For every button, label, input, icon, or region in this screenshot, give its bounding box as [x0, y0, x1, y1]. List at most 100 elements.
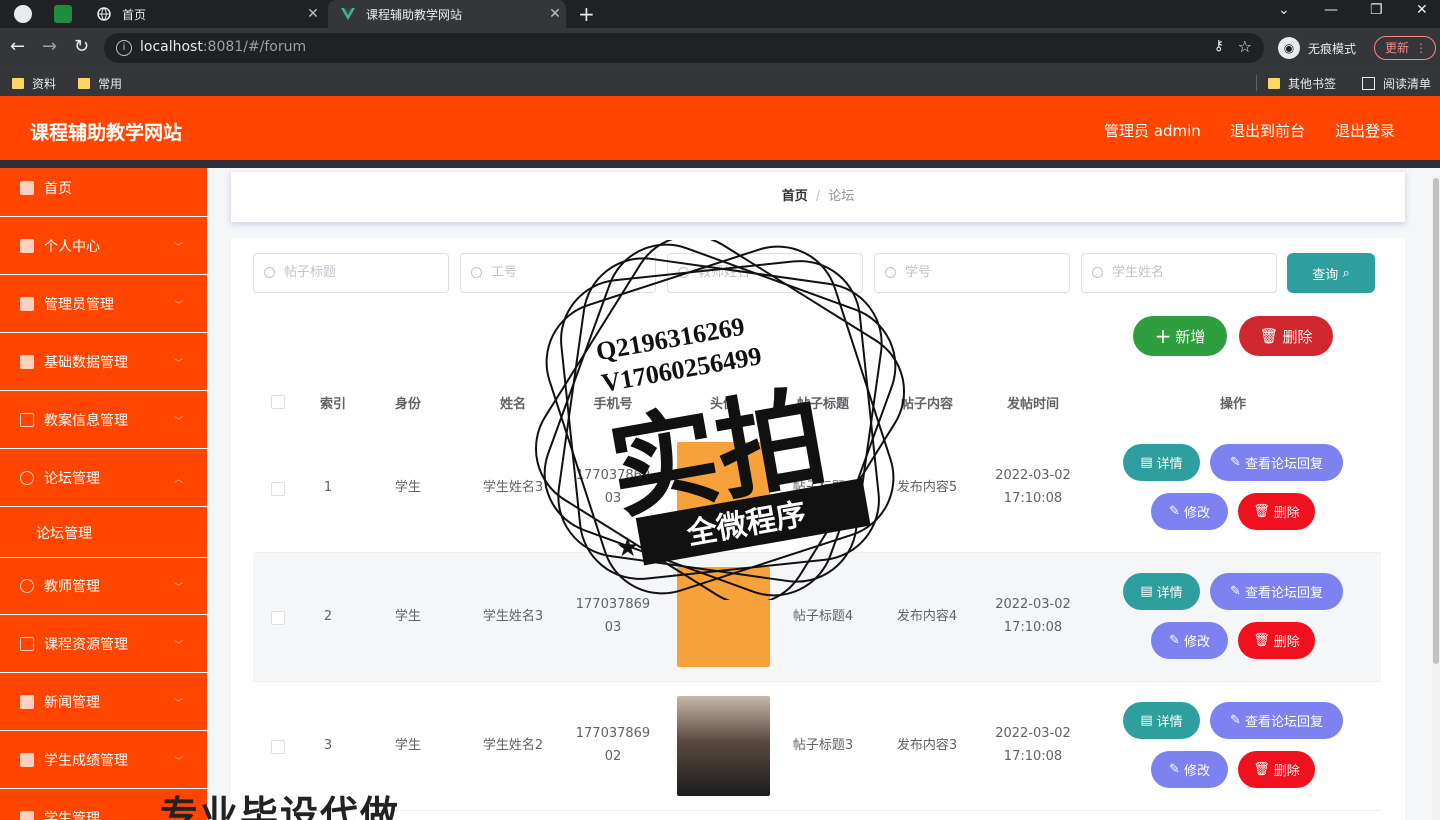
incognito-icon: ◉: [1278, 37, 1300, 59]
tab-home[interactable]: 首页 ✕: [84, 0, 324, 28]
cell-phone: 177037869 03: [575, 468, 651, 506]
home-icon: [20, 181, 34, 195]
folder-icon: [1268, 78, 1280, 89]
sidebar-item-teachers[interactable]: 教师管理 ﹀: [0, 558, 207, 615]
minimize-icon[interactable]: —: [1324, 2, 1338, 18]
avatar: [677, 696, 770, 796]
avatar: [677, 442, 770, 542]
cell-role: 学生: [394, 480, 421, 495]
sheets-icon[interactable]: [54, 5, 72, 23]
url-text: localhost:8081/#/forum: [140, 39, 307, 55]
sidebar-item-news[interactable]: 新闻管理 ﹀: [0, 674, 207, 731]
edit-icon: ✎: [1230, 584, 1241, 599]
scrollbar-thumb[interactable]: [1433, 178, 1439, 664]
back-icon[interactable]: ←: [10, 37, 25, 57]
breadcrumb-home[interactable]: 首页: [782, 189, 808, 204]
delete-button[interactable]: 🗑 删除: [1238, 622, 1315, 659]
close-tab-icon[interactable]: ✕: [302, 6, 324, 22]
post-title-search-input[interactable]: 帖子标题: [253, 253, 449, 293]
site-info-icon[interactable]: i: [116, 40, 132, 56]
chevron-down-icon: ﹀: [173, 417, 183, 427]
sidebar-item-admin[interactable]: 管理员管理 ﹀: [0, 276, 207, 333]
student-name-search-input[interactable]: 学生姓名: [1081, 253, 1277, 293]
restore-icon[interactable]: ❐: [1370, 2, 1383, 18]
cell-name: 学生姓名2: [482, 738, 544, 753]
other-bookmarks[interactable]: 其他书签: [1268, 75, 1336, 92]
edit-button[interactable]: ✎ 修改: [1151, 751, 1228, 788]
detail-button[interactable]: ▤ 详情: [1123, 702, 1200, 739]
cell-name: 学生姓名3: [482, 480, 544, 495]
new-tab-icon[interactable]: +: [578, 2, 595, 26]
teacher-name-search-input[interactable]: 教师姓名: [667, 253, 863, 293]
detail-button[interactable]: ▤ 详情: [1123, 573, 1200, 610]
update-button[interactable]: 更新 ⋮: [1374, 36, 1436, 60]
window-close-icon[interactable]: ✕: [1416, 2, 1428, 18]
chevron-down-icon: ﹀: [173, 301, 183, 311]
sidebar-subitem-forum[interactable]: 论坛管理: [0, 508, 207, 558]
detail-button[interactable]: ▤ 详情: [1123, 444, 1200, 481]
delete-button[interactable]: 🗑 删除: [1238, 751, 1315, 788]
page-scrollbar[interactable]: [1432, 176, 1440, 820]
row-checkbox[interactable]: [271, 740, 285, 754]
row-checkbox[interactable]: [271, 482, 285, 496]
browser-tab-bar: 首页 ✕ 课程辅助教学网站 ✕ + ⌄ — ❐ ✕: [0, 0, 1440, 28]
edit-button[interactable]: ✎ 修改: [1151, 493, 1228, 530]
key-icon[interactable]: ⚷: [1214, 38, 1224, 54]
tab-title: 首页: [122, 7, 147, 22]
edit-icon: ✎: [1169, 762, 1180, 777]
doc-icon: [20, 413, 34, 427]
chart-icon: [20, 753, 34, 767]
sidebar-item-profile[interactable]: 个人中心 ﹀: [0, 218, 207, 275]
view-replies-button[interactable]: ✎ 查看论坛回复: [1210, 573, 1343, 610]
cell-name: 学生姓名3: [482, 609, 544, 624]
col-post-content: 帖子内容: [900, 397, 953, 412]
logout-link[interactable]: 退出登录: [1335, 120, 1395, 141]
bookmark-star-icon[interactable]: ☆: [1238, 37, 1252, 56]
reading-list[interactable]: 阅读清单: [1362, 75, 1431, 92]
chevron-down-icon: ﹀: [173, 583, 183, 593]
address-bar: ← → ↻ i localhost:8081/#/forum ⚷ ☆ ◉ 无痕模…: [0, 28, 1440, 68]
search-icon: ⌕: [1342, 265, 1350, 281]
sidebar-item-basic-data[interactable]: 基础数据管理 ﹀: [0, 334, 207, 391]
trash-icon: 🗑: [1253, 504, 1270, 519]
divider: [1256, 75, 1257, 91]
reload-icon[interactable]: ↻: [74, 37, 89, 57]
back-to-front-link[interactable]: 退出到前台: [1230, 120, 1305, 141]
url-input[interactable]: i localhost:8081/#/forum ⚷ ☆: [104, 33, 1264, 63]
app-title: 课程辅助教学网站: [30, 122, 183, 144]
staff-id-search-input[interactable]: 工号: [460, 253, 656, 293]
sidebar-item-forum[interactable]: 论坛管理 ︿: [0, 450, 207, 507]
main-content: 首页 / 论坛 帖子标题 工号 教师姓名 学号 学生姓名 查询 ⌕ + 新增 🗑 删除 …: [207, 168, 1440, 820]
view-replies-button[interactable]: ✎ 查看论坛回复: [1210, 444, 1343, 481]
table-row: 1 学生 学生姓名3 177037869 03 帖子标题5 发布内容5 2022-…: [253, 424, 1381, 553]
batch-delete-button[interactable]: 🗑 删除: [1239, 316, 1333, 356]
query-button[interactable]: 查询 ⌕: [1287, 253, 1375, 293]
edit-icon: ✎: [1230, 713, 1241, 728]
edit-button[interactable]: ✎ 修改: [1151, 622, 1228, 659]
chevron-down-icon: ﹀: [173, 757, 183, 767]
sidebar-item-lesson-plans[interactable]: 教案信息管理 ﹀: [0, 392, 207, 449]
header-divider: [0, 160, 1440, 168]
app-header: 课程辅助教学网站 管理员 admin 退出到前台 退出登录: [0, 96, 1440, 160]
sidebar-item-grades[interactable]: 学生成绩管理 ﹀: [0, 732, 207, 789]
view-replies-button[interactable]: ✎ 查看论坛回复: [1210, 702, 1343, 739]
add-button[interactable]: + 新增: [1133, 316, 1227, 356]
col-index: 索引: [319, 397, 346, 412]
row-checkbox[interactable]: [271, 611, 285, 625]
student-id-search-input[interactable]: 学号: [874, 253, 1070, 293]
bookmark-folder[interactable]: 资料: [12, 75, 56, 92]
tab-search-icon[interactable]: ⌄: [1278, 2, 1290, 18]
select-all-checkbox[interactable]: [271, 395, 285, 409]
sidebar-item-home[interactable]: 首页: [0, 168, 207, 217]
table-row: 3 学生 学生姓名2 177037869 02 帖子标题3 发布内容3 2022-…: [253, 682, 1381, 811]
incognito-indicator[interactable]: ◉ 无痕模式: [1278, 37, 1356, 59]
chevron-up-icon: ︿: [173, 475, 183, 485]
close-tab-icon[interactable]: ✕: [544, 6, 566, 22]
edit-icon: ✎: [1169, 504, 1180, 519]
bookmark-folder[interactable]: 常用: [78, 75, 122, 92]
forward-icon[interactable]: →: [42, 37, 57, 57]
tab-forum[interactable]: 课程辅助教学网站 ✕: [328, 0, 566, 28]
globe-icon[interactable]: [14, 5, 32, 23]
delete-button[interactable]: 🗑 删除: [1238, 493, 1315, 530]
sidebar-item-course-resources[interactable]: 课程资源管理 ﹀: [0, 616, 207, 673]
